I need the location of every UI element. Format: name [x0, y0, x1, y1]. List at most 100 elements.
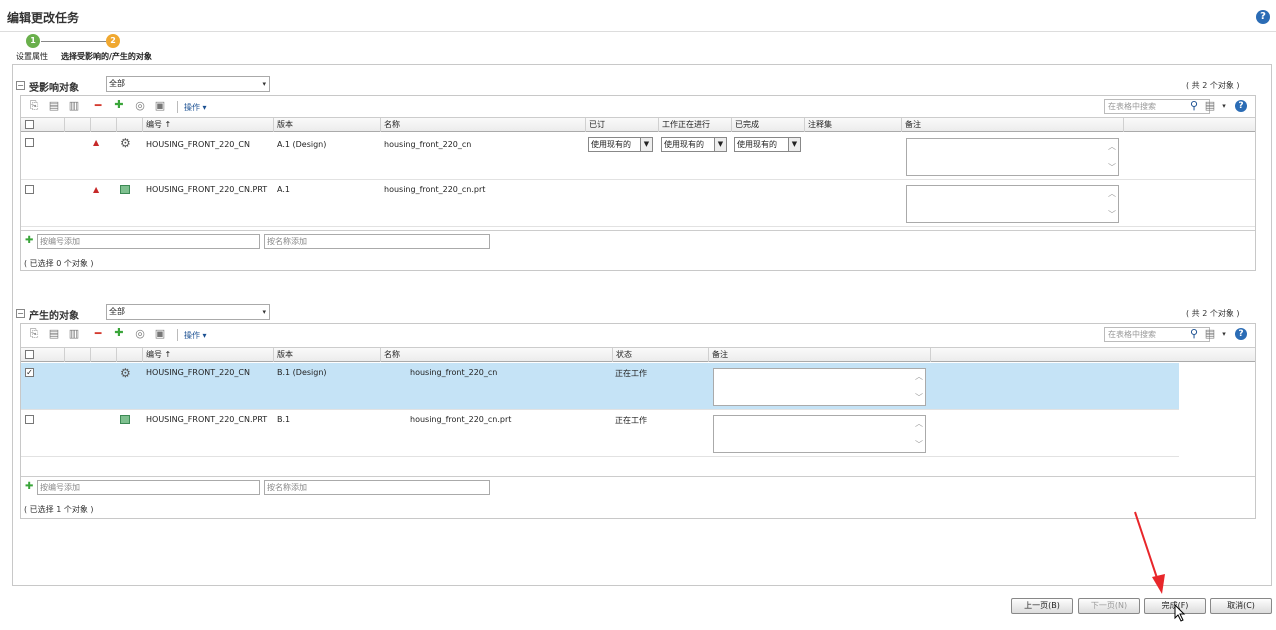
revise-icon[interactable]: ▣ [154, 100, 166, 112]
scroll-down-icon[interactable]: ﹀ [1108, 162, 1116, 173]
header-completed[interactable]: 已完成 [732, 118, 805, 132]
chevron-down-icon: ▾ [262, 308, 266, 316]
chevron-down-icon: ▼ [640, 138, 652, 151]
table-row[interactable]: ▲ ⚙ HOUSING_FRONT_220_CN A.1 (Design) ho… [21, 133, 1255, 180]
header-annotation-set[interactable]: 注释集 [805, 118, 902, 132]
view-dropdown-icon[interactable]: ▾ [1218, 100, 1230, 112]
ordered-select[interactable]: 使用现有的 ▼ [588, 137, 653, 152]
scroll-up-icon[interactable]: ︿ [1108, 141, 1116, 152]
row-name: housing_front_220_cn.prt [384, 185, 486, 194]
actions-label: 操作 [184, 331, 200, 340]
header-number[interactable]: 编号 ↑ [143, 118, 274, 132]
row-number[interactable]: HOUSING_FRONT_220_CN [146, 140, 250, 149]
header-remarks[interactable]: 备注 [709, 348, 931, 362]
scroll-up-icon[interactable]: ︿ [915, 371, 923, 382]
remove-icon[interactable]: ━ [92, 100, 104, 112]
copy-icon[interactable]: ⎘ [28, 328, 40, 340]
warning-triangle-icon: ▲ [93, 138, 100, 147]
row-name: housing_front_220_cn [384, 140, 472, 149]
in-progress-value: 使用现有的 [664, 140, 704, 149]
paste-select-icon[interactable]: ▥ [68, 100, 80, 112]
header-version[interactable]: 版本 [274, 348, 381, 362]
resulting-add-by-number-input[interactable]: 按编号添加 [37, 480, 260, 495]
add-icon[interactable]: ✚ [25, 481, 33, 492]
scroll-down-icon[interactable]: ﹀ [915, 392, 923, 403]
collapse-resulting-toggle[interactable]: − [16, 309, 25, 318]
step-2-label: 选择受影响的/产生的对象 [61, 52, 152, 61]
header-remarks[interactable]: 备注 [902, 118, 1124, 132]
paste-icon[interactable]: ▤ [48, 100, 60, 112]
header-state[interactable]: 状态 [613, 348, 709, 362]
part-cube-icon [120, 415, 130, 424]
remarks-textarea[interactable]: ︿ ﹀ [713, 415, 926, 453]
resulting-section-title: 产生的对象 [29, 311, 79, 322]
search-icon[interactable]: ⚲ [1188, 100, 1200, 112]
paste-icon[interactable]: ▤ [48, 328, 60, 340]
remarks-textarea[interactable]: ︿ ﹀ [713, 368, 926, 406]
add-icon[interactable]: ✚ [113, 327, 125, 339]
search-icon[interactable]: ⚲ [1188, 328, 1200, 340]
row-checkbox[interactable] [25, 138, 34, 147]
remarks-textarea[interactable]: ︿ ﹀ [906, 185, 1119, 223]
affected-count: ( 共 2 个对象 ) [1186, 81, 1240, 90]
remarks-textarea[interactable]: ︿ ﹀ [906, 138, 1119, 176]
row-name: housing_front_220_cn [410, 368, 498, 377]
resulting-selected-count: ( 已选择 1 个对象 ) [24, 505, 94, 514]
table-row[interactable]: HOUSING_FRONT_220_CN.PRT B.1 housing_fro… [21, 410, 1179, 457]
resulting-filter-select[interactable]: 全部 ▾ [106, 304, 270, 320]
title-bar: 编辑更改任务 ? [0, 0, 1276, 32]
header-in-progress[interactable]: 工作正在进行 [659, 118, 732, 132]
add-icon[interactable]: ✚ [25, 235, 33, 246]
row-number[interactable]: HOUSING_FRONT_220_CN.PRT [146, 185, 267, 194]
collapse-affected-toggle[interactable]: − [16, 81, 25, 90]
step-1-label[interactable]: 设置属性 [16, 51, 48, 62]
table-row[interactable]: ▲ HOUSING_FRONT_220_CN.PRT A.1 housing_f… [21, 180, 1255, 227]
affected-add-by-name-input[interactable]: 按名称添加 [264, 234, 490, 249]
resulting-actions-menu[interactable]: 操作 ▾ [184, 330, 207, 341]
step-2-dot[interactable]: 2 [106, 34, 120, 48]
completed-select[interactable]: 使用现有的 ▼ [734, 137, 801, 152]
previous-button[interactable]: 上一页(B) [1011, 598, 1073, 614]
row-number[interactable]: HOUSING_FRONT_220_CN [146, 368, 250, 377]
resulting-add-by-name-input[interactable]: 按名称添加 [264, 480, 490, 495]
header-status-col [91, 348, 117, 362]
table-help-icon[interactable]: ? [1235, 328, 1247, 340]
affected-add-by-number-input[interactable]: 按编号添加 [37, 234, 260, 249]
table-view-icon[interactable]: ▤ [1204, 328, 1216, 340]
table-help-icon[interactable]: ? [1235, 100, 1247, 112]
affected-filter-select[interactable]: 全部 ▾ [106, 76, 270, 92]
revise-icon[interactable]: ▣ [154, 328, 166, 340]
paste-select-icon[interactable]: ▥ [68, 328, 80, 340]
remove-icon[interactable]: ━ [92, 328, 104, 340]
add-icon[interactable]: ✚ [113, 99, 125, 111]
scroll-down-icon[interactable]: ﹀ [915, 439, 923, 450]
collect-icon[interactable]: ◎ [134, 100, 146, 112]
scroll-down-icon[interactable]: ﹀ [1108, 209, 1116, 220]
assembly-gear-icon: ⚙ [120, 366, 131, 380]
header-ordered[interactable]: 已订 [586, 118, 659, 132]
header-name[interactable]: 名称 [381, 348, 613, 362]
next-button[interactable]: 下一页(N) [1078, 598, 1140, 614]
row-checkbox[interactable] [25, 415, 34, 424]
table-view-icon[interactable]: ▤ [1204, 100, 1216, 112]
header-number[interactable]: 编号 ↑ [143, 348, 274, 362]
affected-actions-menu[interactable]: 操作 ▾ [184, 102, 207, 113]
assembly-gear-icon: ⚙ [120, 136, 131, 150]
scroll-up-icon[interactable]: ︿ [915, 418, 923, 429]
mouse-cursor-icon [1174, 604, 1186, 622]
row-checkbox[interactable] [25, 185, 34, 194]
in-progress-select[interactable]: 使用现有的 ▼ [661, 137, 727, 152]
row-checkbox-checked[interactable]: ✓ [25, 368, 34, 377]
cancel-button[interactable]: 取消(C) [1210, 598, 1272, 614]
row-number[interactable]: HOUSING_FRONT_220_CN.PRT [146, 415, 267, 424]
copy-icon[interactable]: ⎘ [28, 100, 40, 112]
step-1-dot[interactable]: 1 [26, 34, 40, 48]
table-row-selected[interactable]: ✓ ⚙ HOUSING_FRONT_220_CN B.1 (Design) ho… [21, 363, 1179, 410]
view-dropdown-icon[interactable]: ▾ [1218, 328, 1230, 340]
scroll-up-icon[interactable]: ︿ [1108, 188, 1116, 199]
toolbar-separator [177, 329, 178, 341]
collect-icon[interactable]: ◎ [134, 328, 146, 340]
header-name[interactable]: 名称 [381, 118, 586, 132]
header-version[interactable]: 版本 [274, 118, 381, 132]
help-icon[interactable]: ? [1256, 10, 1270, 24]
